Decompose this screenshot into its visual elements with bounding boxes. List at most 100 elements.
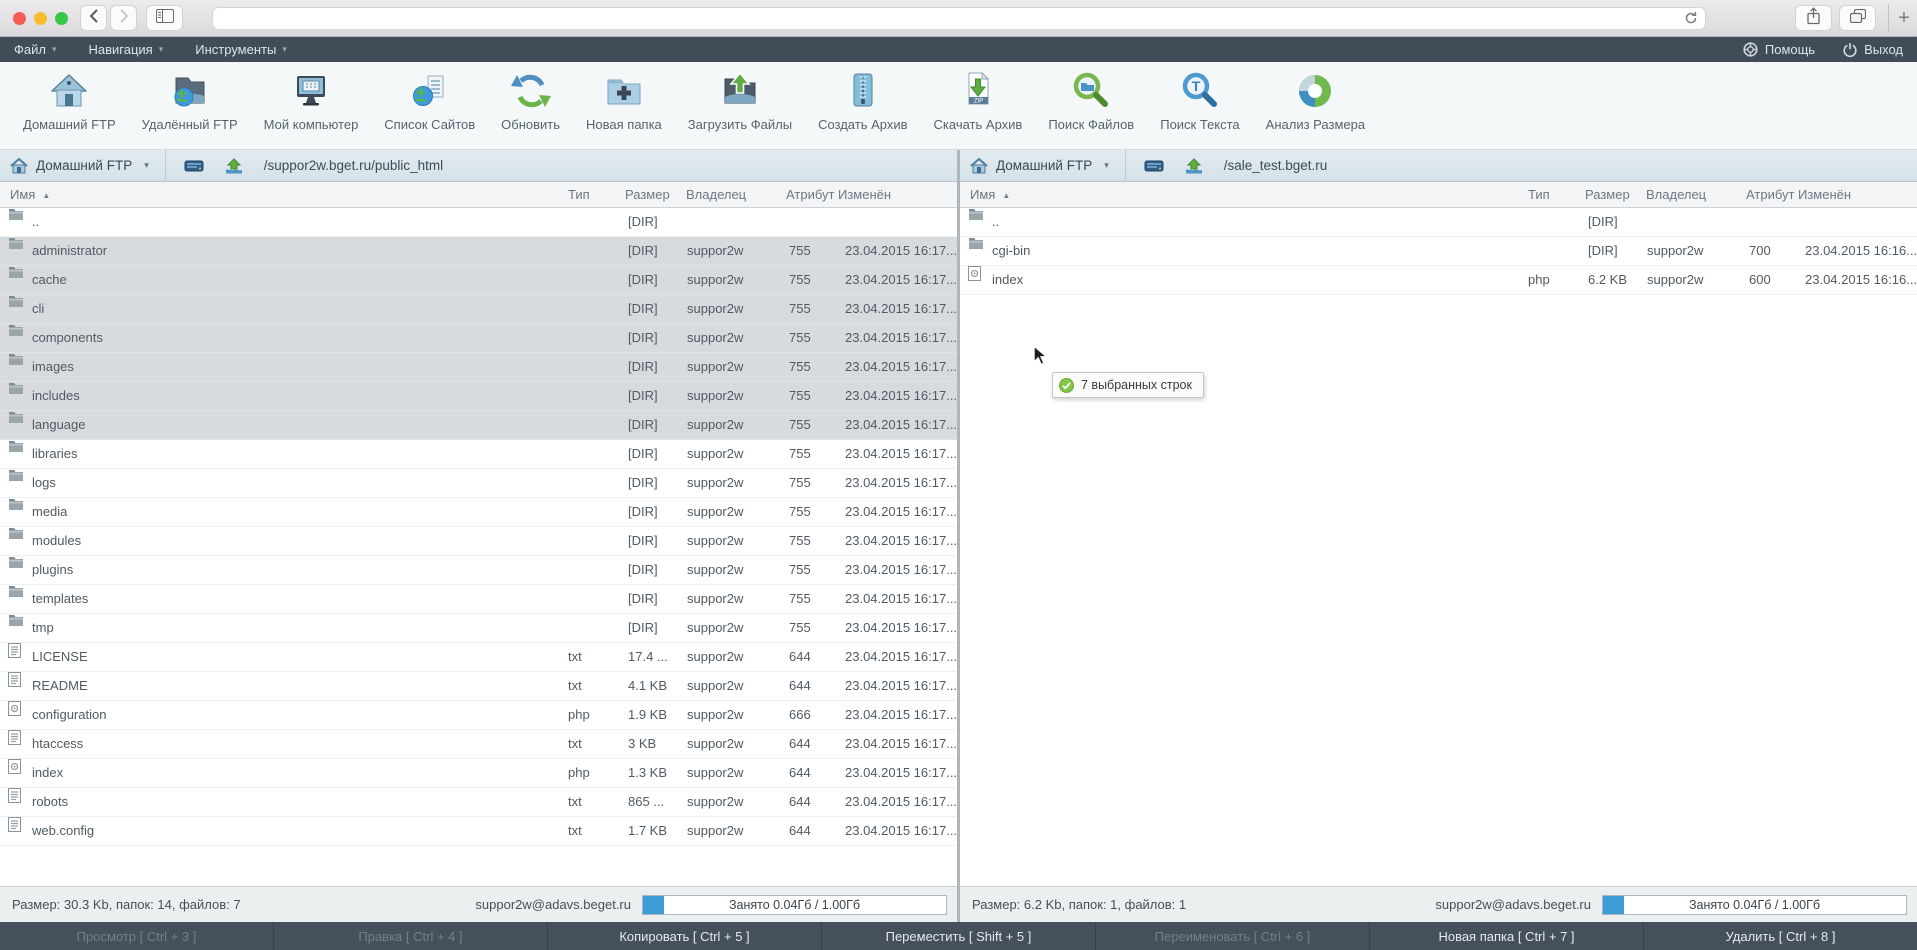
cell-owner: suppor2w xyxy=(687,817,743,845)
toolbar-download-archive-button[interactable]: ZIPСкачать Архив xyxy=(921,69,1036,132)
cell-owner: suppor2w xyxy=(687,527,743,555)
action-копировать[interactable]: Копировать [ Ctrl + 5 ] xyxy=(548,922,822,950)
table-row[interactable]: indexphp1.3 KBsuppor2w64423.04.2015 16:1… xyxy=(0,759,957,788)
sidebar-toggle-button[interactable] xyxy=(146,5,183,31)
table-row[interactable]: cache[DIR]suppor2w75523.04.2015 16:17... xyxy=(0,266,957,295)
go-root-button[interactable] xyxy=(1140,154,1168,178)
left-pane: Домашний FTP▾/suppor2w.bget.ru/public_ht… xyxy=(0,150,957,922)
minimize-window-button[interactable] xyxy=(34,12,47,25)
cell-name: README xyxy=(32,672,88,700)
mouse-cursor xyxy=(1030,345,1050,367)
action-новая[interactable]: Новая папка [ Ctrl + 7 ] xyxy=(1370,922,1644,950)
toolbar-upload-files-button[interactable]: Загрузить Файлы xyxy=(675,69,805,132)
cell-attr: 755 xyxy=(789,353,811,381)
column-header-size[interactable]: Размер xyxy=(1585,182,1630,207)
menu-help[interactable]: Помощь xyxy=(1743,42,1815,57)
cell-owner: suppor2w xyxy=(687,266,743,294)
table-row[interactable]: ..[DIR] xyxy=(0,208,957,237)
go-up-button[interactable] xyxy=(1180,154,1208,178)
toolbar-remote-ftp-button[interactable]: Удалённый FTP xyxy=(129,69,251,132)
cell-owner: suppor2w xyxy=(687,643,743,671)
toolbar-my-computer-button[interactable]: Мой компьютер xyxy=(251,69,372,132)
table-row[interactable]: templates[DIR]suppor2w75523.04.2015 16:1… xyxy=(0,585,957,614)
table-row[interactable]: tmp[DIR]suppor2w75523.04.2015 16:17... xyxy=(0,614,957,643)
cell-modified: 23.04.2015 16:17... xyxy=(845,266,957,294)
table-row[interactable]: components[DIR]suppor2w75523.04.2015 16:… xyxy=(0,324,957,353)
table-row[interactable]: libraries[DIR]suppor2w75523.04.2015 16:1… xyxy=(0,440,957,469)
column-header-type[interactable]: Тип xyxy=(568,182,590,207)
table-row[interactable]: includes[DIR]suppor2w75523.04.2015 16:17… xyxy=(0,382,957,411)
cell-attr: 755 xyxy=(789,295,811,323)
back-icon xyxy=(89,9,99,28)
quota-bar[interactable]: Занято 0.04Гб / 1.00Гб xyxy=(1602,895,1907,915)
table-row[interactable]: indexphp6.2 KBsuppor2w60023.04.2015 16:1… xyxy=(960,266,1917,295)
quota-label: Занято 0.04Гб / 1.00Гб xyxy=(1603,896,1906,914)
table-row[interactable]: modules[DIR]suppor2w75523.04.2015 16:17.… xyxy=(0,527,957,556)
table-row[interactable]: cli[DIR]suppor2w75523.04.2015 16:17... xyxy=(0,295,957,324)
close-window-button[interactable] xyxy=(13,12,26,25)
reload-icon[interactable] xyxy=(1684,11,1698,25)
quota-bar[interactable]: Занято 0.04Гб / 1.00Гб xyxy=(642,895,947,915)
toolbar-home-ftp-button[interactable]: Домашний FTP xyxy=(10,69,129,132)
toolbar-refresh-button[interactable]: Обновить xyxy=(488,69,573,132)
action-удалить[interactable]: Удалить [ Ctrl + 8 ] xyxy=(1644,922,1917,950)
address-bar[interactable] xyxy=(212,7,1706,30)
cell-attr: 755 xyxy=(789,585,811,613)
table-row[interactable]: logs[DIR]suppor2w75523.04.2015 16:17... xyxy=(0,469,957,498)
new-tab-button[interactable]: + xyxy=(1893,4,1915,32)
table-row[interactable]: media[DIR]suppor2w75523.04.2015 16:17... xyxy=(0,498,957,527)
table-row[interactable]: ..[DIR] xyxy=(960,208,1917,237)
menu-exit-label: Выход xyxy=(1864,42,1903,57)
share-button[interactable] xyxy=(1795,5,1832,31)
column-header-name[interactable]: Имя▲ xyxy=(970,182,1010,208)
column-header-modified[interactable]: Изменён xyxy=(838,182,891,207)
home-icon xyxy=(10,158,28,174)
cell-size: 1.9 KB xyxy=(628,701,667,729)
menu-navigation[interactable]: Навигация▾ xyxy=(89,42,164,57)
go-up-button[interactable] xyxy=(220,154,248,178)
table-row[interactable]: images[DIR]suppor2w75523.04.2015 16:17..… xyxy=(0,353,957,382)
cell-owner: suppor2w xyxy=(687,469,743,497)
column-header-modified[interactable]: Изменён xyxy=(1798,182,1851,207)
toolbar-search-files-button[interactable]: Поиск Файлов xyxy=(1035,69,1147,132)
toolbar-site-list-button[interactable]: Список Сайтов xyxy=(371,69,488,132)
column-header-owner[interactable]: Владелец xyxy=(686,182,746,207)
column-header-attr[interactable]: Атрибут xyxy=(1746,182,1794,207)
toolbar-search-text-button[interactable]: TПоиск Текста xyxy=(1147,69,1252,132)
column-header-size[interactable]: Размер xyxy=(625,182,670,207)
table-header: Имя▲ Тип Размер Владелец АтрибутИзменён xyxy=(960,182,1917,208)
table-row[interactable]: administrator[DIR]suppor2w75523.04.2015 … xyxy=(0,237,957,266)
menu-file[interactable]: Файл▾ xyxy=(14,42,57,57)
menu-exit[interactable]: Выход xyxy=(1843,42,1903,57)
column-header-name[interactable]: Имя▲ xyxy=(10,182,50,208)
column-header-type[interactable]: Тип xyxy=(1528,182,1550,207)
action-переместить[interactable]: Переместить [ Shift + 5 ] xyxy=(822,922,1096,950)
cell-name: tmp xyxy=(32,614,54,642)
action-bar: Просмотр [ Ctrl + 3 ]Правка [ Ctrl + 4 ]… xyxy=(0,922,1917,950)
menu-tools[interactable]: Инструменты▾ xyxy=(195,42,287,57)
ftp-source-selector[interactable]: Домашний FTP▾ xyxy=(970,158,1109,174)
table-row[interactable]: cgi-bin[DIR]suppor2w70023.04.2015 16:16.… xyxy=(960,237,1917,266)
ftp-source-selector[interactable]: Домашний FTP▾ xyxy=(10,158,149,174)
toolbar-size-analysis-button[interactable]: Анализ Размера xyxy=(1253,69,1378,132)
table-row[interactable]: web.configtxt1.7 KBsuppor2w64423.04.2015… xyxy=(0,817,957,846)
table-row[interactable]: robotstxt865 ...suppor2w64423.04.2015 16… xyxy=(0,788,957,817)
toolbar-new-folder-button[interactable]: Новая папка xyxy=(573,69,675,132)
table-row[interactable]: READMEtxt4.1 KBsuppor2w64423.04.2015 16:… xyxy=(0,672,957,701)
table-row[interactable]: configurationphp1.9 KBsuppor2w66623.04.2… xyxy=(0,701,957,730)
zoom-window-button[interactable] xyxy=(55,12,68,25)
tab-overview-button[interactable] xyxy=(1839,5,1876,31)
back-button[interactable] xyxy=(80,5,107,31)
forward-button[interactable] xyxy=(110,5,137,31)
toolbar-create-archive-button[interactable]: Создать Архив xyxy=(805,69,920,132)
column-header-attr[interactable]: Атрибут xyxy=(786,182,834,207)
go-root-button[interactable] xyxy=(180,154,208,178)
cell-owner: suppor2w xyxy=(687,498,743,526)
table-row[interactable]: htaccesstxt3 KBsuppor2w64423.04.2015 16:… xyxy=(0,730,957,759)
cell-type: txt xyxy=(568,672,582,700)
table-row[interactable]: language[DIR]suppor2w75523.04.2015 16:17… xyxy=(0,411,957,440)
table-row[interactable]: plugins[DIR]suppor2w75523.04.2015 16:17.… xyxy=(0,556,957,585)
column-header-owner[interactable]: Владелец xyxy=(1646,182,1706,207)
table-row[interactable]: LICENSEtxt17.4 ...suppor2w64423.04.2015 … xyxy=(0,643,957,672)
cell-type: php xyxy=(568,759,590,787)
